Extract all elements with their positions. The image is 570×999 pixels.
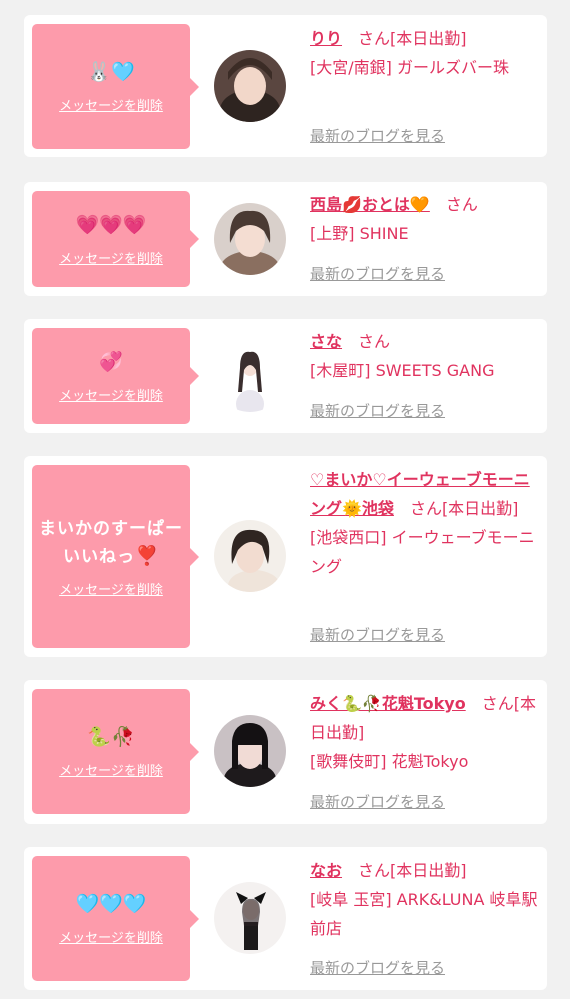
shop-name: [岐阜 玉宮] ARK&LUNA 岐阜駅前店 bbox=[310, 890, 538, 938]
message-emoji: 🐰🩵 bbox=[87, 61, 135, 83]
shop-name: [池袋西口] イーウェーブモーニング bbox=[310, 528, 535, 576]
favorite-card: 🩵🩵🩵 メッセージを削除 なお さん[本日出勤] [岐阜 玉宮] ARK&LUN… bbox=[24, 847, 547, 990]
cast-info: ♡まいか♡イーウェーブモーニング🌞池袋 さん[本日出勤] [池袋西口] イーウェ… bbox=[310, 465, 538, 581]
avatar[interactable] bbox=[214, 715, 286, 787]
latest-blog-link[interactable]: 最新のブログを見る bbox=[310, 791, 445, 812]
message-text: 💗💗💗 bbox=[70, 212, 153, 240]
latest-blog-link[interactable]: 最新のブログを見る bbox=[310, 957, 445, 978]
message-emoji: 💞 bbox=[99, 350, 123, 373]
cast-status: さん bbox=[429, 195, 478, 214]
message-bubble: 💗💗💗 メッセージを削除 bbox=[32, 191, 199, 287]
cast-info: さな さん [木屋町] SWEETS GANG bbox=[310, 327, 538, 385]
message-bubble: 🐍🥀 メッセージを削除 bbox=[32, 689, 199, 814]
cast-info: みく🐍🥀花魁Tokyo さん[本日出勤] [歌舞伎町] 花魁Tokyo bbox=[310, 689, 538, 776]
cast-info: りり さん[本日出勤] [大宮/南銀] ガールズバー珠 bbox=[310, 24, 538, 82]
latest-blog-link[interactable]: 最新のブログを見る bbox=[310, 125, 445, 146]
cast-name-link[interactable]: みく🐍🥀花魁Tokyo bbox=[310, 694, 466, 713]
shop-name: [木屋町] SWEETS GANG bbox=[310, 361, 495, 380]
message-text: 🐍🥀 bbox=[81, 724, 140, 752]
delete-message-link[interactable]: メッセージを削除 bbox=[59, 760, 163, 779]
favorite-card: まいかのすーぱーいいねっ❣️ メッセージを削除 ♡まいか♡イーウェーブモーニング… bbox=[24, 456, 547, 657]
avatar[interactable] bbox=[214, 340, 286, 412]
message-bubble: 💞 メッセージを削除 bbox=[32, 328, 199, 424]
avatar[interactable] bbox=[214, 50, 286, 122]
latest-blog-link[interactable]: 最新のブログを見る bbox=[310, 624, 445, 645]
shop-name: [歌舞伎町] 花魁Tokyo bbox=[310, 752, 469, 771]
cast-status: さん[本日出勤] bbox=[342, 861, 467, 880]
cast-name-link[interactable]: なお bbox=[310, 861, 342, 880]
shop-name: [大宮/南銀] ガールズバー珠 bbox=[310, 58, 509, 77]
message-emoji: 🩵🩵🩵 bbox=[75, 893, 147, 915]
message-bubble: まいかのすーぱーいいねっ❣️ メッセージを削除 bbox=[32, 465, 199, 648]
shop-name: [上野] SHINE bbox=[310, 224, 409, 243]
message-text: 💞 bbox=[93, 349, 129, 377]
message-bubble: 🐰🩵 メッセージを削除 bbox=[32, 24, 199, 149]
message-text: まいかのすーぱーいいねっ❣️ bbox=[39, 518, 183, 567]
cast-info: 西島💋おとは🧡 さん [上野] SHINE bbox=[310, 190, 538, 248]
favorite-card: 🐰🩵 メッセージを削除 りり さん[本日出勤] [大宮/南銀] ガールズバー珠 … bbox=[24, 15, 547, 157]
delete-message-link[interactable]: メッセージを削除 bbox=[59, 95, 163, 114]
message-text: 🩵🩵🩵 bbox=[70, 891, 153, 919]
cast-status: さん bbox=[342, 332, 391, 351]
latest-blog-link[interactable]: 最新のブログを見る bbox=[310, 263, 445, 284]
cast-name-link[interactable]: 西島💋おとは🧡 bbox=[310, 195, 430, 214]
favorite-card: 🐍🥀 メッセージを削除 みく🐍🥀花魁Tokyo さん[本日出勤] [歌舞伎町] … bbox=[24, 680, 547, 824]
avatar[interactable] bbox=[214, 203, 286, 275]
message-text: 🐰🩵 bbox=[81, 59, 140, 87]
avatar[interactable] bbox=[214, 520, 286, 592]
message-bubble: 🩵🩵🩵 メッセージを削除 bbox=[32, 856, 199, 981]
favorite-card: 💞 メッセージを削除 さな さん [木屋町] SWEETS GANG 最新のブロ… bbox=[24, 319, 547, 433]
message-emoji: ❣️ bbox=[135, 544, 159, 567]
delete-message-link[interactable]: メッセージを削除 bbox=[59, 927, 163, 946]
message-emoji: 💗💗💗 bbox=[75, 213, 147, 236]
delete-message-link[interactable]: メッセージを削除 bbox=[59, 579, 163, 598]
cast-name-link[interactable]: りり bbox=[310, 29, 342, 48]
latest-blog-link[interactable]: 最新のブログを見る bbox=[310, 400, 445, 421]
avatar[interactable] bbox=[214, 882, 286, 954]
favorite-card: 💗💗💗 メッセージを削除 西島💋おとは🧡 さん [上野] SHINE 最新のブロ… bbox=[24, 182, 547, 296]
delete-message-link[interactable]: メッセージを削除 bbox=[59, 385, 163, 404]
message-emoji: 🐍🥀 bbox=[87, 726, 135, 748]
cast-name-link[interactable]: さな bbox=[310, 332, 342, 351]
delete-message-link[interactable]: メッセージを削除 bbox=[59, 248, 163, 267]
cast-status: さん[本日出勤] bbox=[342, 29, 467, 48]
cast-info: なお さん[本日出勤] [岐阜 玉宮] ARK&LUNA 岐阜駅前店 bbox=[310, 856, 538, 943]
cast-status: さん[本日出勤] bbox=[393, 499, 519, 518]
